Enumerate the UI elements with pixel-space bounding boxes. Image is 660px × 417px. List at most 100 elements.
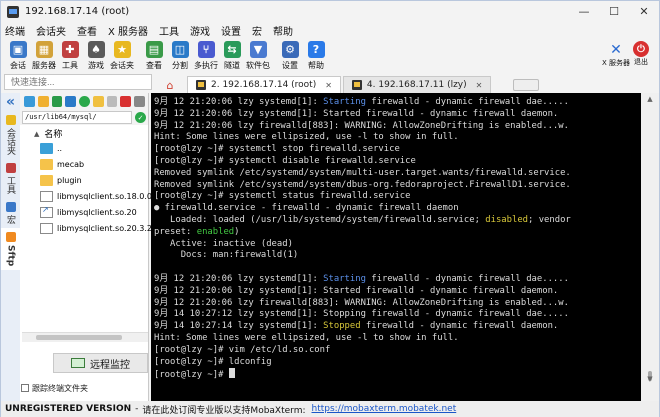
terminal-text: firewalld - dynamic firewall dae..... xyxy=(365,273,569,284)
remote-monitoring-button[interactable]: 远程监控 xyxy=(53,353,148,373)
menu-terminal[interactable]: 终端 xyxy=(5,23,25,38)
sort-up-icon: ▲ xyxy=(34,129,40,138)
menu-help[interactable]: 帮助 xyxy=(273,23,293,38)
toolbar-session-button[interactable]: ▣ 会话 xyxy=(5,38,31,75)
toolbar-view-button[interactable]: ▤ 查看 xyxy=(141,38,167,75)
upload-icon[interactable] xyxy=(65,96,77,107)
file-list-item[interactable]: .. xyxy=(20,141,148,156)
file-list-item[interactable]: mecab xyxy=(20,157,148,172)
terminal-text: 9月 12 21:20:06 lzy systemd[1]: Started f… xyxy=(154,285,559,296)
go-up-icon[interactable] xyxy=(24,96,35,107)
menu-settings[interactable]: 设置 xyxy=(221,23,241,38)
app-logo-icon xyxy=(7,5,19,18)
unregistered-label: UNREGISTERED VERSION xyxy=(5,404,132,414)
toolbar-label: 设置 xyxy=(282,61,298,70)
toolbar-tools-button[interactable]: ✚ 工具 xyxy=(57,38,83,75)
macro-icon xyxy=(5,202,16,212)
checkmark-icon[interactable]: ✓ xyxy=(135,112,146,123)
games-icon: ♠ xyxy=(87,41,105,58)
terminal-text: Hint: Some lines were ellipsized, use -l… xyxy=(154,332,459,343)
properties-icon[interactable] xyxy=(134,96,146,107)
toolbar-help-button[interactable]: ? 帮助 xyxy=(303,38,329,75)
vertical-tabs: « 会话夹 工具 宏 Sftp xyxy=(1,93,20,401)
download-icon[interactable] xyxy=(51,96,63,107)
delete-icon[interactable] xyxy=(120,96,132,107)
toolbar-packages-button[interactable]: ▼ 软件包 xyxy=(245,38,271,75)
close-tab-icon[interactable]: ✕ xyxy=(476,81,483,90)
session-icon: ▣ xyxy=(9,41,27,58)
file-list-item[interactable]: plugin xyxy=(20,173,148,188)
toolbar-tunnel-button[interactable]: ⇆ 隧道 xyxy=(219,38,245,75)
sftp-horizontal-scrollbar[interactable] xyxy=(22,332,148,342)
menu-games[interactable]: 游戏 xyxy=(190,23,210,38)
column-header-name[interactable]: ▲ 名称 xyxy=(20,127,148,141)
terminal-text: 9月 14 10:27:14 lzy systemd[1]: xyxy=(154,321,324,332)
terminal-line: [root@lzy ~]# vim /etc/ld.so.conf xyxy=(154,345,638,357)
follow-terminal-checkbox[interactable] xyxy=(21,384,29,392)
terminal-output[interactable]: 9月 12 21:20:06 lzy systemd[1]: Starting … xyxy=(151,93,641,401)
toolbar-servers-button[interactable]: ▦ 服务器 xyxy=(31,38,57,75)
terminal-text: [root@lzy ~]# xyxy=(154,370,229,381)
minimize-button[interactable]: — xyxy=(569,1,599,22)
close-tab-icon[interactable]: ✕ xyxy=(325,81,332,90)
scroll-up-icon[interactable]: ▲ xyxy=(641,93,659,105)
file-list-item[interactable]: libmysqlclient.so.20 xyxy=(20,205,148,220)
folder-icon[interactable] xyxy=(37,96,49,107)
refresh-icon[interactable] xyxy=(79,96,90,107)
toolbar-label: 隧道 xyxy=(224,61,240,70)
vtab-macros[interactable]: 宏 xyxy=(1,198,20,228)
terminal-line: Removed symlink /etc/systemd/system/mult… xyxy=(154,168,638,180)
terminal-line: 9月 12 21:20:06 lzy systemd[1]: Starting … xyxy=(154,274,638,286)
menu-tools[interactable]: 工具 xyxy=(159,23,179,38)
session-tabs: ⌂ 2. 192.168.17.14 (root) ✕ 4. 192.168.1… xyxy=(153,75,659,93)
vtab-sftp[interactable]: Sftp xyxy=(1,228,20,271)
menu-xserver[interactable]: X 服务器 xyxy=(108,23,148,38)
terminal-text: 9月 12 21:20:06 lzy firewalld[883]: WARNI… xyxy=(154,120,569,131)
scroll-down-icon[interactable]: ▼ xyxy=(641,373,659,385)
terminal-text: [root@lzy ~]# systemctl disable firewall… xyxy=(154,155,416,166)
new-tab-button[interactable] xyxy=(513,79,540,91)
tab-label: 2. 192.168.17.14 (root) xyxy=(211,80,317,90)
scroll-thumb[interactable] xyxy=(36,335,122,340)
file-list-item[interactable]: libmysqlclient.so.18.0.0 xyxy=(20,189,152,204)
star-icon: ★ xyxy=(113,41,131,58)
tab-session-2[interactable]: 2. 192.168.17.14 (root) ✕ xyxy=(187,76,341,93)
subscribe-message: 请在此处订阅专业版以支持MobaXterm: xyxy=(142,405,306,416)
toolbar-star-button[interactable]: ★ 会话夹 xyxy=(109,38,135,75)
terminal-line: [root@lzy ~]# systemctl status firewalld… xyxy=(154,191,638,203)
maximize-button[interactable]: ☐ xyxy=(599,1,629,22)
exit-button[interactable]: ⏻ 退出 xyxy=(633,38,649,66)
sftp-path-input[interactable]: /usr/lib64/mysql/ xyxy=(22,111,132,124)
toolbar-label: 游戏 xyxy=(88,61,104,70)
mobaxterm-link[interactable]: https://mobaxterm.mobatek.net xyxy=(312,404,457,414)
toolbar-multiexec-button[interactable]: ⑂ 多执行 xyxy=(193,38,219,75)
file-list-item[interactable]: libmysqlclient.so.20.3.25 xyxy=(20,221,157,236)
vtab-sessions[interactable]: 会话夹 xyxy=(1,111,20,159)
menu-macros[interactable]: 宏 xyxy=(252,23,262,38)
vtab-tools[interactable]: 工具 xyxy=(1,159,20,198)
home-tab[interactable]: ⌂ xyxy=(153,77,187,93)
status-bar: UNREGISTERED VERSION - 请在此处订阅专业版以支持MobaX… xyxy=(1,401,659,417)
toolbar-settings-button[interactable]: ⚙ 设置 xyxy=(277,38,303,75)
tab-session-4[interactable]: 4. 192.168.17.11 (lzy) ✕ xyxy=(342,76,492,93)
terminal-vertical-scrollbar[interactable]: ▲ ▼ xyxy=(641,93,659,401)
terminal-line: 9月 14 10:27:14 lzy systemd[1]: Stopped f… xyxy=(154,321,638,333)
close-button[interactable]: ✕ xyxy=(629,1,659,22)
menu-view[interactable]: 查看 xyxy=(77,23,97,38)
terminal-text: [root@lzy ~]# vim /etc/ld.so.conf xyxy=(154,344,331,355)
toolbar-label: 会话 xyxy=(10,61,26,70)
toolbar-split-button[interactable]: ◫ 分割 xyxy=(167,38,193,75)
new-file-icon[interactable] xyxy=(106,96,118,107)
multiexec-icon: ⑂ xyxy=(197,41,215,58)
follow-terminal-folder[interactable]: 跟踪终端文件夹 xyxy=(21,382,88,394)
menu-sessions[interactable]: 会话夹 xyxy=(36,23,66,38)
symlink-icon xyxy=(40,205,53,218)
quick-connect-input[interactable] xyxy=(4,74,152,90)
collapse-sidebar-icon[interactable]: « xyxy=(1,93,20,111)
star-icon xyxy=(5,115,16,125)
xserver-button[interactable]: ✕ X 服务器 xyxy=(602,38,630,68)
toolbar-games-button[interactable]: ♠ 游戏 xyxy=(83,38,109,75)
new-folder-icon[interactable] xyxy=(92,96,104,107)
terminal-line: 9月 12 21:20:06 lzy systemd[1]: Started f… xyxy=(154,109,638,121)
